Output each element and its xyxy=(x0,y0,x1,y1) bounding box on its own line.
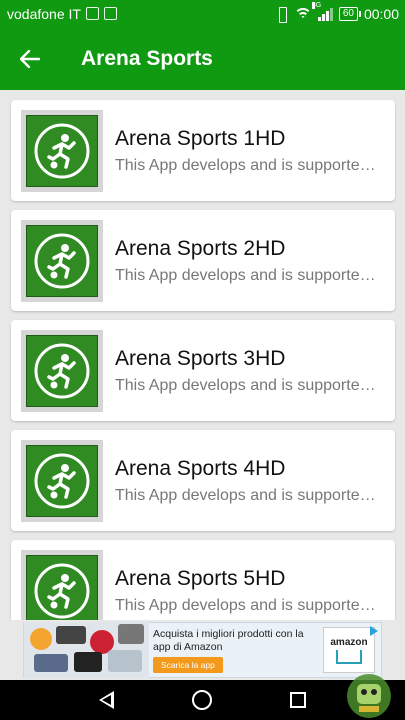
back-button[interactable] xyxy=(0,27,60,90)
item-title: Arena Sports 4HD xyxy=(115,456,286,480)
soccer-player-icon xyxy=(34,453,90,508)
soccer-player-icon xyxy=(34,343,90,398)
list-item[interactable]: Arena Sports 5HD This App develops and i… xyxy=(11,540,395,620)
soccer-player-icon xyxy=(34,233,90,288)
item-title: Arena Sports 2HD xyxy=(115,236,286,260)
app-thumbnail xyxy=(21,219,103,302)
nav-recents-icon[interactable] xyxy=(290,692,306,708)
signal-icon: 3G xyxy=(311,1,333,21)
network-type-label: 3G xyxy=(311,1,322,9)
soccer-player-icon xyxy=(34,123,90,178)
ad-choices-icon[interactable] xyxy=(370,626,378,636)
vibrate-icon xyxy=(276,6,288,23)
ad-brand: amazon xyxy=(330,636,368,648)
item-title: Arena Sports 3HD xyxy=(115,346,286,370)
status-left: vodafone IT xyxy=(7,6,276,22)
carrier-name: vodafone IT xyxy=(7,5,81,22)
status-bar: vodafone IT 3G 60 00:00 xyxy=(0,0,405,27)
list-item[interactable]: Arena Sports 4HD This App develops and i… xyxy=(11,430,395,531)
ad-product-image xyxy=(24,622,149,678)
image-notification-icon xyxy=(103,7,117,20)
item-description: This App develops and is supported... xyxy=(115,596,380,614)
item-description: This App develops and is supported... xyxy=(115,486,380,504)
item-description: This App develops and is supported... xyxy=(115,376,380,394)
app-thumbnail xyxy=(21,439,103,522)
ad-download-button[interactable]: Scarica la app xyxy=(153,656,223,673)
ad-banner[interactable]: Acquista i migliori prodotti con la app … xyxy=(23,622,382,678)
soccer-player-icon xyxy=(34,563,90,618)
nav-back-icon[interactable] xyxy=(99,691,114,709)
notification-icon xyxy=(85,7,99,20)
channel-list[interactable]: Arena Sports 1HD This App develops and i… xyxy=(0,90,405,620)
status-right: 3G 60 00:00 xyxy=(276,1,399,23)
list-item[interactable]: Arena Sports 1HD This App develops and i… xyxy=(11,100,395,201)
wifi-icon xyxy=(293,7,312,21)
arrow-left-icon xyxy=(20,49,40,68)
page-title: Arena Sports xyxy=(81,46,213,70)
nav-home-icon[interactable] xyxy=(192,690,212,710)
battery-icon: 60 xyxy=(338,6,362,21)
item-description: This App develops and is supported... xyxy=(115,266,380,284)
list-item[interactable]: Arena Sports 2HD This App develops and i… xyxy=(11,210,395,311)
list-item[interactable]: Arena Sports 3HD This App develops and i… xyxy=(11,320,395,421)
item-description: This App develops and is supported... xyxy=(115,156,380,174)
item-title: Arena Sports 5HD xyxy=(115,566,286,590)
item-title: Arena Sports 1HD xyxy=(115,126,286,150)
app-bar: Arena Sports xyxy=(0,27,405,90)
watermark-robot-icon xyxy=(347,674,391,718)
ad-text: Acquista i migliori prodotti con la app … xyxy=(153,627,304,653)
app-thumbnail xyxy=(21,109,103,192)
app-thumbnail xyxy=(21,329,103,412)
clock: 00:00 xyxy=(363,5,399,22)
app-thumbnail xyxy=(21,549,103,620)
